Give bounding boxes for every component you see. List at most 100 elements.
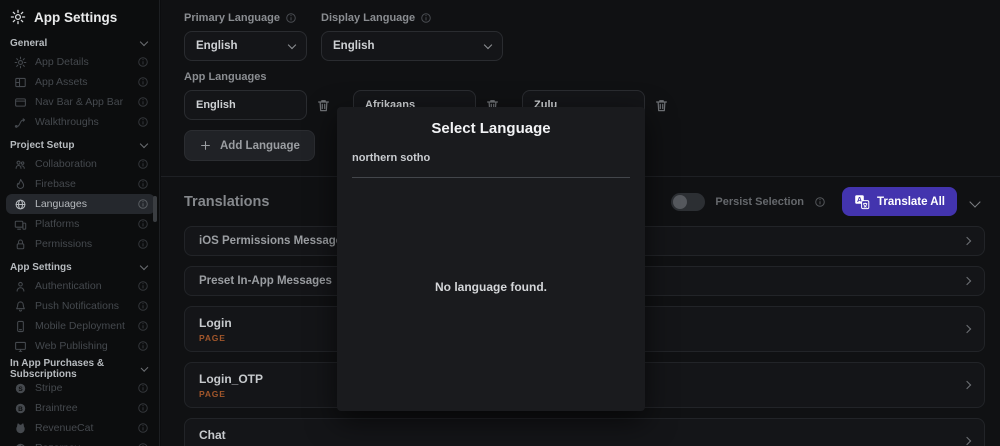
translate-options-expander[interactable]: [967, 191, 983, 213]
toggle-knob: [673, 194, 688, 209]
info-icon[interactable]: [420, 12, 432, 24]
persist-selection-toggle[interactable]: [671, 192, 706, 211]
sidebar: App Settings General App Details App Ass…: [0, 0, 160, 446]
chevron-down-icon: [139, 37, 149, 46]
chevron-right-icon: [962, 436, 972, 446]
info-icon[interactable]: [137, 422, 149, 434]
sidebar-section-general[interactable]: General: [0, 30, 159, 52]
display-language-label: Display Language: [321, 12, 416, 24]
globe-icon: [14, 198, 27, 211]
modal-title: Select Language: [431, 120, 551, 137]
flame-icon: [14, 178, 27, 191]
info-icon[interactable]: [137, 158, 149, 170]
translate-all-button[interactable]: Translate All: [842, 187, 957, 216]
stripe-icon: [14, 382, 27, 395]
chevron-down-icon: [139, 261, 149, 270]
chevron-down-icon: [139, 139, 149, 148]
sidebar-item-razorpay[interactable]: Razorpay: [0, 438, 159, 446]
info-icon[interactable]: [137, 340, 149, 352]
info-icon[interactable]: [137, 116, 149, 128]
info-icon[interactable]: [137, 96, 149, 108]
info-icon[interactable]: [137, 300, 149, 312]
language-search: [352, 148, 630, 178]
person-icon: [14, 280, 27, 293]
add-language-button[interactable]: Add Language: [184, 130, 315, 161]
info-icon[interactable]: [137, 382, 149, 394]
info-icon[interactable]: [285, 12, 297, 24]
info-icon[interactable]: [137, 76, 149, 88]
sidebar-item-permissions[interactable]: Permissions: [0, 234, 159, 254]
info-icon[interactable]: [137, 280, 149, 292]
sidebar-item-languages[interactable]: Languages: [6, 194, 155, 214]
sidebar-section-app-settings[interactable]: App Settings: [0, 254, 159, 276]
language-search-input[interactable]: [352, 152, 630, 164]
translations-title: Translations: [184, 193, 270, 210]
revenuecat-icon: [14, 422, 27, 435]
sidebar-item-platforms[interactable]: Platforms: [0, 214, 159, 234]
trash-icon: [316, 98, 331, 113]
app-languages-label: App Languages: [184, 71, 267, 83]
sidebar-item-stripe[interactable]: Stripe: [0, 378, 159, 398]
delete-language-button[interactable]: [316, 98, 331, 113]
sidebar-scrollbar[interactable]: [153, 196, 157, 222]
plus-icon: [199, 139, 212, 152]
info-icon[interactable]: [137, 56, 149, 68]
monitor-icon: [14, 340, 27, 353]
display-language-select[interactable]: English: [321, 31, 503, 61]
chevron-right-icon: [962, 324, 972, 334]
trash-icon: [654, 98, 669, 113]
lock-icon: [14, 238, 27, 251]
bell-icon: [14, 300, 27, 313]
info-icon[interactable]: [137, 442, 149, 446]
braintree-icon: [14, 402, 27, 415]
sidebar-item-walkthroughs[interactable]: Walkthroughs: [0, 112, 159, 132]
primary-language-field: Primary Language English: [184, 8, 307, 61]
chevron-down-icon: [483, 40, 493, 49]
sidebar-section-project-setup[interactable]: Project Setup: [0, 132, 159, 154]
sidebar-item-collaboration[interactable]: Collaboration: [0, 154, 159, 174]
page-badge: PAGE: [199, 388, 226, 399]
sidebar-item-web-publishing[interactable]: Web Publishing: [0, 336, 159, 356]
translate-icon: [854, 194, 870, 210]
app-language-input-english[interactable]: [184, 90, 307, 120]
sidebar-item-firebase[interactable]: Firebase: [0, 174, 159, 194]
nav-bar-icon: [14, 96, 27, 109]
info-icon[interactable]: [137, 198, 149, 210]
delete-language-button[interactable]: [654, 98, 669, 113]
devices-icon: [14, 218, 27, 231]
primary-language-select[interactable]: English: [184, 31, 307, 61]
persist-selection-label: Persist Selection: [715, 195, 805, 208]
chevron-right-icon: [962, 276, 972, 286]
page-title: App Settings: [34, 9, 118, 25]
app-details-icon: [14, 56, 27, 69]
gear-icon: [10, 9, 26, 25]
info-icon[interactable]: [137, 218, 149, 230]
info-icon[interactable]: [137, 320, 149, 332]
sidebar-item-app-assets[interactable]: App Assets: [0, 72, 159, 92]
info-icon[interactable]: [137, 402, 149, 414]
sidebar-header: App Settings: [0, 0, 159, 30]
info-icon[interactable]: [137, 238, 149, 250]
chevron-right-icon: [962, 236, 972, 246]
chevron-down-icon: [969, 195, 981, 208]
razorpay-icon: [14, 442, 27, 446]
sidebar-item-push-notifications[interactable]: Push Notifications: [0, 296, 159, 316]
row-chat-page[interactable]: Chat PAGE: [184, 418, 985, 446]
sidebar-item-mobile-deployment[interactable]: Mobile Deployment: [0, 316, 159, 336]
display-language-field: Display Language English: [321, 8, 503, 61]
sidebar-item-revenuecat[interactable]: RevenueCat: [0, 418, 159, 438]
chevron-right-icon: [962, 380, 972, 390]
sidebar-section-iap[interactable]: In App Purchases & Subscriptions: [0, 356, 159, 380]
info-icon[interactable]: [814, 196, 826, 208]
app-settings-page: App Settings General App Details App Ass…: [0, 0, 1000, 446]
page-badge: PAGE: [199, 332, 226, 343]
people-icon: [14, 158, 27, 171]
select-language-modal: Select Language No language found.: [337, 107, 645, 411]
sidebar-item-braintree[interactable]: Braintree: [0, 398, 159, 418]
sidebar-item-nav-bar[interactable]: Nav Bar & App Bar: [0, 92, 159, 112]
sidebar-item-authentication[interactable]: Authentication: [0, 276, 159, 296]
info-icon[interactable]: [137, 178, 149, 190]
app-assets-icon: [14, 76, 27, 89]
primary-language-label: Primary Language: [184, 12, 280, 24]
sidebar-item-app-details[interactable]: App Details: [0, 52, 159, 72]
